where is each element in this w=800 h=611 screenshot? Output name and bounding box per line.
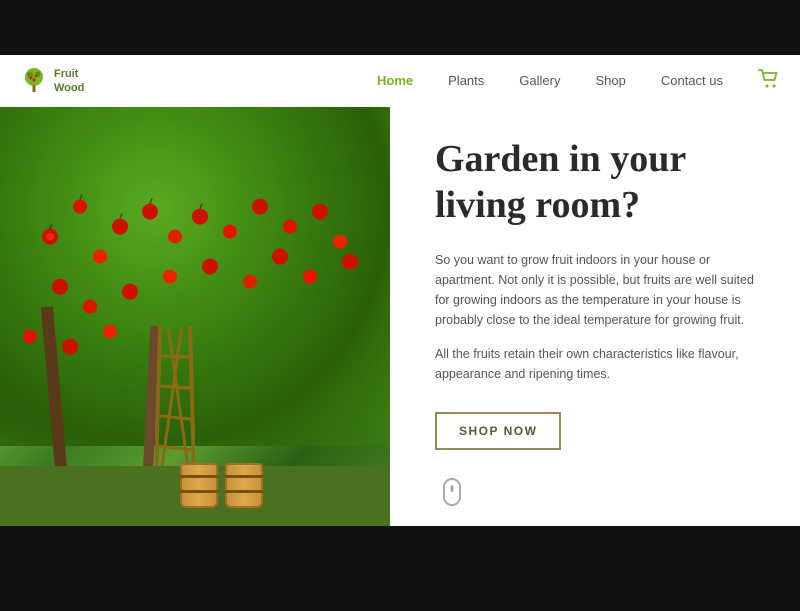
hero-content: Garden in your living room? So you want …: [390, 107, 800, 526]
hero-title: Garden in your living room?: [435, 137, 765, 228]
content-area: Fruit Wood Home Plants Gallery Shop: [0, 55, 800, 526]
nav-item-home[interactable]: Home: [377, 72, 413, 90]
shop-now-button[interactable]: SHOP NOW: [435, 412, 561, 450]
orchard-illustration: [0, 107, 390, 526]
nav-links: Home Plants Gallery Shop Contact us: [377, 72, 723, 90]
bottom-bar: [0, 526, 800, 611]
hero-image: [0, 107, 390, 526]
brand-name: Fruit Wood: [54, 67, 84, 96]
nav-link-shop[interactable]: Shop: [595, 73, 625, 88]
page-wrapper: Fruit Wood Home Plants Gallery Shop: [0, 0, 800, 600]
nav-item-contact[interactable]: Contact us: [661, 72, 723, 90]
nav-link-plants[interactable]: Plants: [448, 73, 484, 88]
hero-description-1: So you want to grow fruit indoors in you…: [435, 250, 755, 330]
nav-link-contact[interactable]: Contact us: [661, 73, 723, 88]
navbar: Fruit Wood Home Plants Gallery Shop: [0, 55, 800, 107]
nav-item-gallery[interactable]: Gallery: [519, 72, 560, 90]
nav-item-shop[interactable]: Shop: [595, 72, 625, 90]
logo[interactable]: Fruit Wood: [20, 67, 84, 96]
top-bar: [0, 0, 800, 55]
nav-item-plants[interactable]: Plants: [448, 72, 484, 90]
nav-link-home[interactable]: Home: [377, 73, 413, 88]
scroll-indicator: [435, 478, 765, 506]
cart-icon[interactable]: [758, 69, 780, 94]
barrel-2: [225, 463, 263, 508]
barrel-1: [180, 463, 218, 508]
tree-logo-icon: [20, 67, 48, 95]
hero-description-2: All the fruits retain their own characte…: [435, 344, 755, 384]
nav-link-gallery[interactable]: Gallery: [519, 73, 560, 88]
scroll-icon: [443, 478, 461, 506]
hero-section: Garden in your living room? So you want …: [0, 107, 800, 526]
